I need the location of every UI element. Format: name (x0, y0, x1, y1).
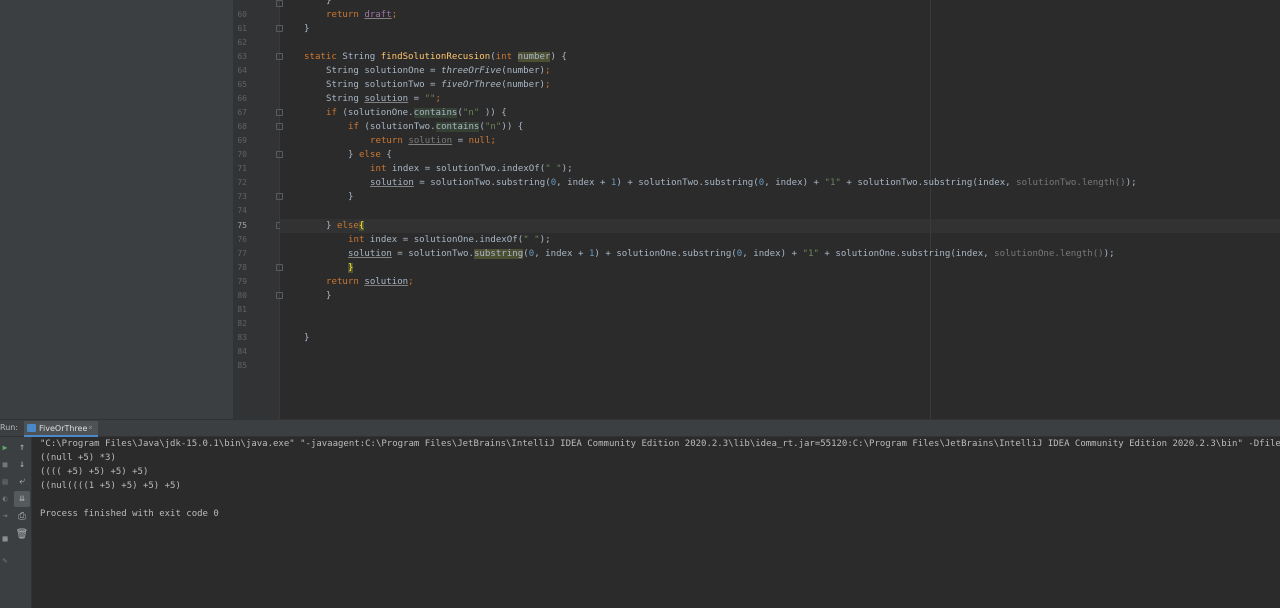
run-toolbar: ↑ ↓ ⤶ ⇊ ⎙ 🗑 (12, 437, 32, 608)
layout-icon[interactable]: ▦ (0, 532, 10, 546)
code-line: if (solutionOne.contains("n" )) { (326, 108, 507, 118)
line-number-current: 75 (237, 221, 247, 230)
code-line: return draft; (326, 10, 398, 20)
exit-icon[interactable]: ⇥ (0, 509, 10, 523)
line-number: 60 (237, 10, 247, 19)
line-number: 65 (237, 80, 247, 89)
stop-icon[interactable]: ■ (0, 458, 10, 472)
fold-marker-icon[interactable] (276, 264, 283, 271)
line-number: 85 (237, 361, 247, 370)
code-line: return solution; (326, 277, 414, 287)
right-margin-guide (930, 0, 931, 419)
fold-marker-icon[interactable] (276, 193, 283, 200)
code-line-current: } else{ (326, 221, 365, 231)
fold-marker-icon[interactable] (276, 292, 283, 299)
fold-marker-icon[interactable] (276, 109, 283, 116)
line-number: 80 (237, 291, 247, 300)
line-number: 67 (237, 108, 247, 117)
line-number: 61 (237, 24, 247, 33)
debug-icon[interactable]: ◐ (0, 492, 10, 506)
line-number: 84 (237, 347, 247, 356)
run-panel-header: Run: FiveOrThree × (0, 419, 1280, 437)
code-line: } (326, 0, 332, 6)
line-number: 79 (237, 277, 247, 286)
line-number: 64 (237, 66, 247, 75)
line-number: 62 (237, 38, 247, 47)
tab-label: FiveOrThree (39, 424, 88, 433)
line-number: 68 (237, 122, 247, 131)
code-line: solution = solutionTwo.substring(0, inde… (348, 249, 1115, 259)
code-line: } (348, 263, 354, 273)
line-number: 74 (237, 206, 247, 215)
fold-marker-icon[interactable] (276, 123, 283, 130)
fold-marker-icon[interactable] (276, 151, 283, 158)
line-number: 66 (237, 94, 247, 103)
tab-five-or-three[interactable]: FiveOrThree × (24, 421, 98, 437)
scroll-up-icon[interactable]: ↑ (14, 440, 30, 456)
scroll-to-end-icon[interactable]: ⇊ (14, 491, 30, 507)
code-line: } (326, 291, 332, 301)
code-line: } (304, 24, 310, 34)
console-line: "C:\Program Files\Java\jdk-15.0.1\bin\ja… (40, 439, 1280, 449)
code-line: String solutionTwo = fiveOrThree(number)… (326, 80, 551, 90)
code-line: static String findSolutionRecusion(int n… (304, 52, 567, 62)
code-line: if (solutionTwo.contains("n")) { (348, 122, 524, 132)
java-class-icon (27, 424, 36, 432)
code-line: String solution = ""; (326, 94, 442, 104)
code-editor[interactable]: 60 61 62 63 64 65 66 67 68 69 70 71 72 7… (233, 0, 1280, 419)
code-line: int index = solutionOne.indexOf(" "); (348, 235, 551, 245)
code-line: return solution = null; (370, 136, 496, 146)
code-line: solution = solutionTwo.substring(0, inde… (370, 178, 1137, 188)
line-number: 76 (237, 235, 247, 244)
code-line: } (304, 333, 310, 343)
line-number: 70 (237, 150, 247, 159)
line-number: 71 (237, 164, 247, 173)
line-number: 72 (237, 178, 247, 187)
line-number: 83 (237, 333, 247, 342)
pin-icon[interactable]: ✎ (0, 554, 10, 568)
line-number: 69 (237, 136, 247, 145)
line-number: 81 (237, 305, 247, 314)
console-output[interactable]: "C:\Program Files\Java\jdk-15.0.1\bin\ja… (32, 437, 1280, 608)
console-line: (((( +5) +5) +5) +5) (40, 467, 149, 477)
fold-marker-icon[interactable] (276, 25, 283, 32)
soft-wrap-icon[interactable]: ⤶ (14, 474, 30, 490)
editor-gutter[interactable]: 60 61 62 63 64 65 66 67 68 69 70 71 72 7… (233, 0, 283, 419)
line-number: 78 (237, 263, 247, 272)
restore-layout-icon[interactable]: ▤ (0, 475, 10, 489)
rerun-icon[interactable]: ▶ (0, 441, 10, 455)
print-icon[interactable]: ⎙ (14, 509, 30, 525)
code-line: } else { (348, 150, 392, 160)
run-panel-label: Run: (0, 423, 19, 432)
line-number: 73 (237, 192, 247, 201)
current-line-highlight (280, 219, 1280, 233)
code-line: } (348, 192, 354, 202)
console-exit-message: Process finished with exit code 0 (40, 509, 219, 519)
line-number: 82 (237, 319, 247, 328)
console-line: ((nul((((1 +5) +5) +5) +5) (40, 481, 181, 491)
line-number: 63 (237, 52, 247, 61)
run-side-toolbar: ▶ ■ ▤ ◐ ⇥ ▦ ✎ (0, 437, 12, 608)
scroll-down-icon[interactable]: ↓ (14, 457, 30, 473)
project-panel (0, 0, 233, 419)
console-line: ((null +5) *3) (40, 453, 116, 463)
fold-marker-icon[interactable] (276, 53, 283, 60)
line-number: 77 (237, 249, 247, 258)
trash-icon[interactable]: 🗑 (14, 527, 30, 543)
fold-marker-icon[interactable] (276, 0, 283, 7)
code-line: int index = solutionTwo.indexOf(" "); (370, 164, 573, 174)
code-line: String solutionOne = threeOrFive(number)… (326, 66, 551, 76)
close-icon[interactable]: × (88, 423, 93, 432)
